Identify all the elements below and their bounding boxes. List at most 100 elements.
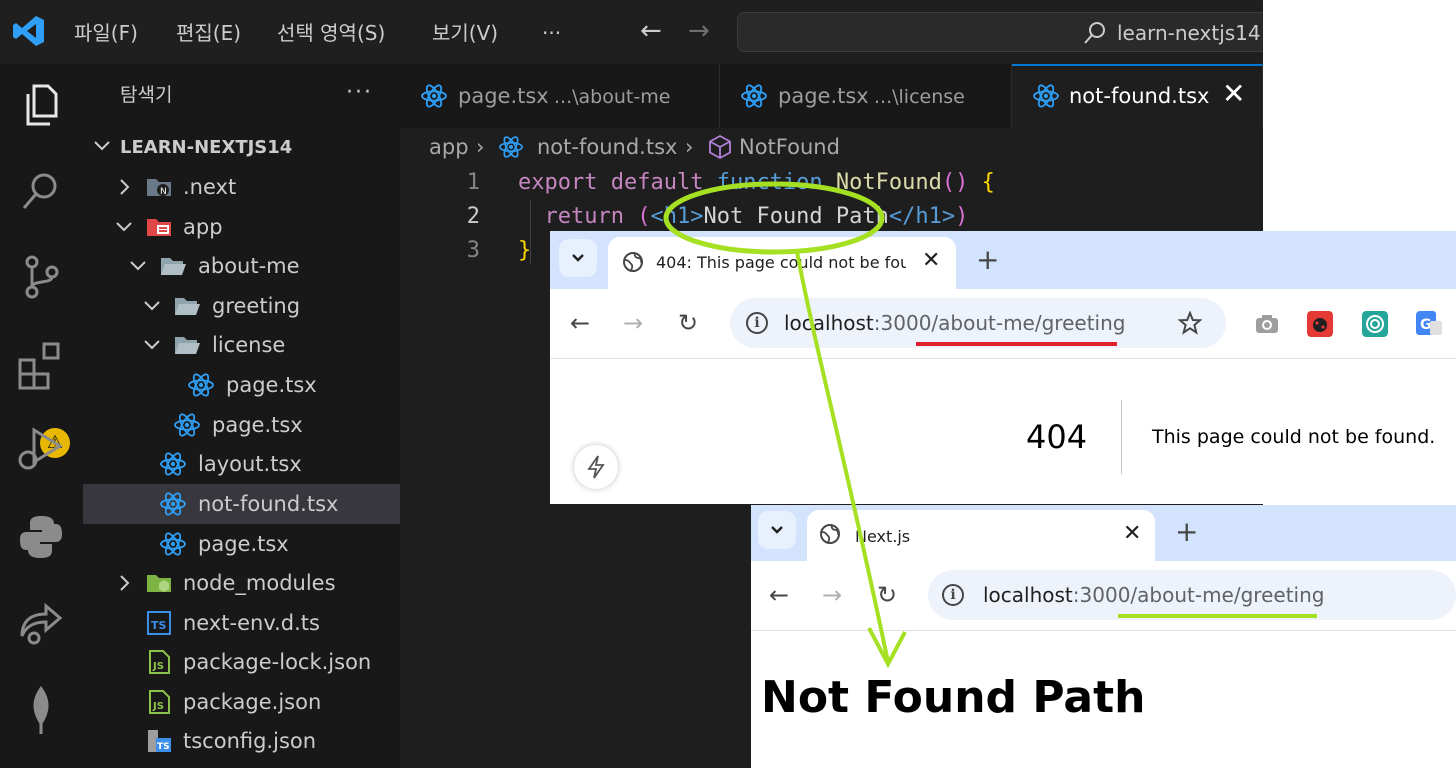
breadcrumb-folder[interactable]: app: [429, 133, 469, 161]
url-text: localhost:3000/about-me/greeting: [983, 582, 1324, 608]
folder-open-icon: [175, 337, 200, 354]
explorer-files-icon[interactable]: [14, 78, 68, 132]
menu-view[interactable]: 보기(V): [432, 18, 498, 48]
json-icon: JS: [149, 650, 170, 674]
command-center-text: learn-nextjs14: [1117, 21, 1261, 45]
code-token: </h1>: [888, 204, 956, 229]
new-tab-button[interactable]: +: [976, 246, 999, 274]
info-icon[interactable]: i: [942, 584, 964, 606]
tree-item-label: page.tsx: [198, 532, 289, 556]
menu-selection[interactable]: 선택 영역(S): [277, 18, 385, 48]
search-icon[interactable]: [14, 164, 68, 218]
forward-arrow-icon[interactable]: →: [822, 581, 842, 609]
explorer-title: 탐색기: [120, 84, 173, 106]
camera-extension-icon[interactable]: [1254, 311, 1280, 337]
reload-icon[interactable]: ↻: [678, 309, 698, 337]
address-bar[interactable]: i localhost:3000/about-me/greeting: [730, 298, 1226, 348]
globe-icon: [820, 524, 840, 544]
tree-item-app[interactable]: app: [83, 207, 400, 247]
extensions-icon[interactable]: [14, 338, 68, 392]
breadcrumb-symbol[interactable]: NotFound: [739, 133, 840, 161]
browser-tab[interactable]: 404: This page could not be found ✕: [608, 237, 956, 289]
live-share-icon[interactable]: [14, 596, 68, 650]
tab-description: ...\license: [874, 86, 965, 108]
mongodb-leaf-icon[interactable]: [14, 682, 68, 736]
tab-license-page[interactable]: page.tsx ...\license: [720, 64, 1012, 128]
info-icon[interactable]: i: [746, 312, 768, 334]
tab-about-me-page[interactable]: page.tsx ...\about-me: [400, 64, 720, 128]
tree-item-package-json[interactable]: JS package.json: [83, 682, 400, 722]
bookmark-star-icon[interactable]: [1178, 311, 1202, 335]
new-tab-button[interactable]: +: [1175, 518, 1198, 546]
tree-item-tsconfig[interactable]: TS tsconfig.json: [83, 721, 400, 761]
chevron-down-icon: [144, 301, 160, 311]
error-code: 404: [1026, 418, 1088, 456]
menu-more[interactable]: ···: [542, 18, 561, 48]
chevron-down-icon: [94, 141, 110, 151]
run-debug-icon[interactable]: [14, 422, 68, 476]
forward-arrow-icon[interactable]: →: [623, 309, 643, 337]
tab-description: ...\about-me: [554, 86, 671, 108]
tree-item-next-env[interactable]: TS next-env.d.ts: [83, 603, 400, 643]
ts-icon: TS: [147, 611, 171, 635]
tree-item-about-me-page[interactable]: page.tsx: [83, 405, 400, 445]
tree-item-greeting[interactable]: greeting: [83, 286, 400, 326]
tree-item-about-me[interactable]: about-me: [83, 246, 400, 286]
browser-tab[interactable]: Next.js ✕: [807, 510, 1155, 561]
tab-search-button[interactable]: [758, 511, 796, 549]
chevron-down-icon: [572, 254, 584, 262]
forward-arrow-icon[interactable]: →: [688, 16, 710, 46]
tab-search-button[interactable]: [559, 239, 597, 277]
folder-open-icon: [175, 298, 200, 315]
tree-item-label: license: [212, 333, 286, 357]
folder-next-icon: N: [147, 179, 171, 197]
browser-tab-title: Next.js: [855, 527, 911, 546]
back-arrow-icon[interactable]: ←: [570, 309, 590, 337]
nextjs-devtools-button[interactable]: [574, 445, 618, 489]
explorer-sidebar: 탐색기 ··· LEARN-NEXTJS14 N .next app about…: [83, 64, 400, 768]
error-message: This page could not be found.: [1152, 426, 1436, 448]
explorer-more-button[interactable]: ···: [346, 80, 373, 106]
page-heading: Not Found Path: [761, 672, 1146, 723]
editor-tabs: page.tsx ...\about-me page.tsx ...\licen…: [400, 64, 1263, 128]
python-icon[interactable]: [14, 510, 68, 564]
breadcrumb-file[interactable]: not-found.tsx: [537, 133, 677, 161]
code-token: return: [544, 204, 624, 229]
tree-item-license-page[interactable]: page.tsx: [83, 365, 400, 405]
svg-text:JS: JS: [152, 661, 164, 672]
url-path: :3000/about-me/greeting: [1072, 583, 1325, 607]
tab-not-found[interactable]: not-found.tsx ✕: [1012, 64, 1263, 128]
tree-item-package-lock[interactable]: JS package-lock.json: [83, 642, 400, 682]
close-icon[interactable]: ✕: [922, 249, 940, 273]
menu-edit[interactable]: 편집(E): [176, 18, 241, 48]
tree-item-layout[interactable]: layout.tsx: [83, 444, 400, 484]
breadcrumb: app › not-found.tsx › NotFound: [400, 130, 1263, 164]
tab-label: page.tsx: [458, 84, 549, 108]
tree-item-node-modules[interactable]: node_modules: [83, 563, 400, 603]
translate-extension-icon[interactable]: G: [1416, 311, 1442, 337]
ladybug-extension-icon[interactable]: [1307, 311, 1333, 337]
tree-item-label: node_modules: [183, 571, 336, 595]
back-arrow-icon[interactable]: ←: [769, 581, 789, 609]
close-icon[interactable]: ✕: [1123, 522, 1141, 546]
tree-item-app-page[interactable]: page.tsx: [83, 524, 400, 564]
chevron-right-icon: [120, 575, 130, 591]
tree-item-next[interactable]: N .next: [83, 167, 400, 207]
menu-file[interactable]: 파일(F): [74, 18, 138, 48]
tree-root[interactable]: LEARN-NEXTJS14: [83, 126, 400, 166]
browser-tab-strip: 404: This page could not be found ✕ +: [550, 231, 1456, 289]
browser-tab-title: 404: This page could not be found: [656, 253, 906, 272]
address-bar[interactable]: i localhost:3000/about-me/greeting: [928, 570, 1456, 620]
activity-bar: ⚠: [0, 64, 83, 768]
tree-item-license[interactable]: license: [83, 325, 400, 365]
tree-item-not-found[interactable]: not-found.tsx: [83, 484, 400, 524]
back-arrow-icon[interactable]: ←: [640, 16, 662, 46]
react-icon: [188, 373, 214, 397]
close-icon[interactable]: ✕: [1222, 79, 1245, 109]
folder-app-icon: [147, 219, 171, 236]
source-control-icon[interactable]: [14, 250, 68, 304]
reload-icon[interactable]: ↻: [877, 581, 897, 609]
code-token: (: [637, 204, 651, 229]
fingerprint-extension-icon[interactable]: [1362, 311, 1388, 337]
tree-item-label: app: [183, 215, 223, 239]
